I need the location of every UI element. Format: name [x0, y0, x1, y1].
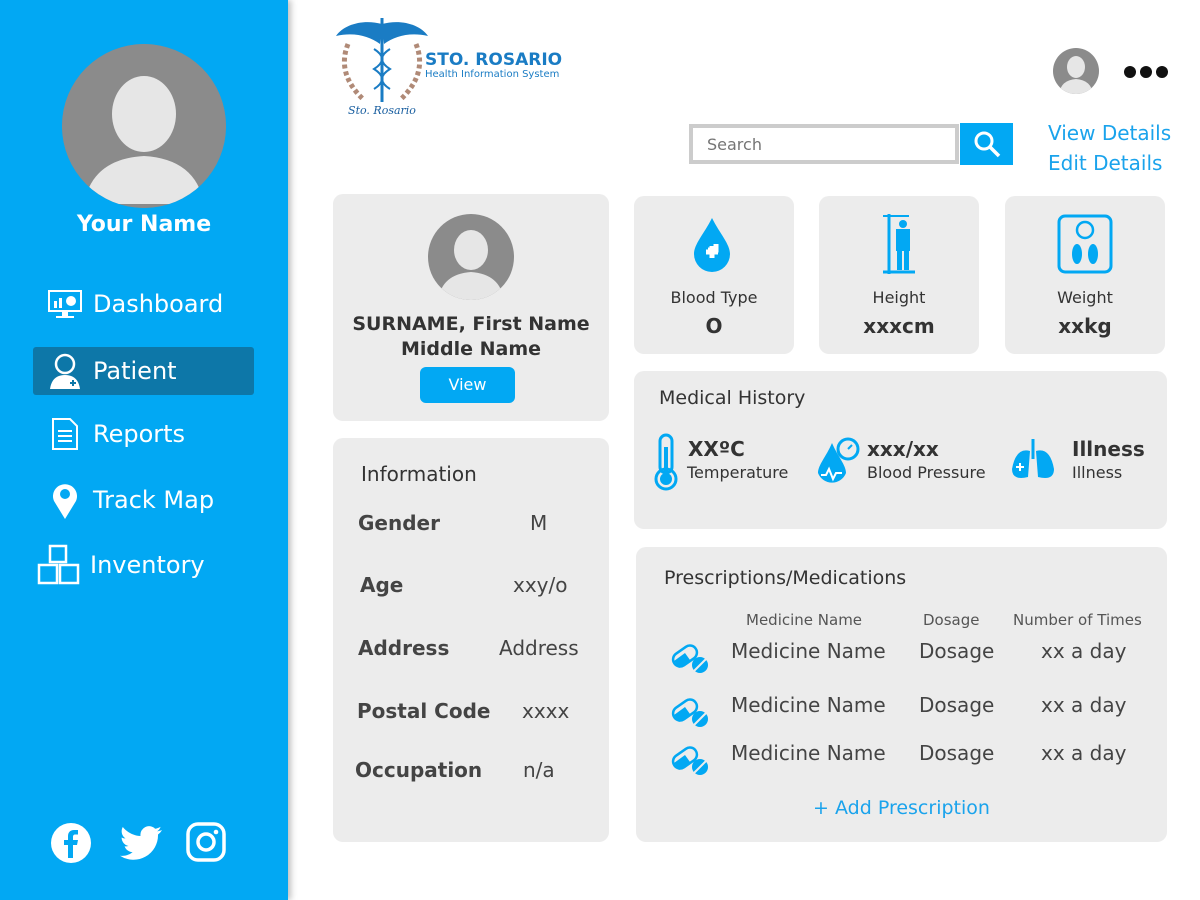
dashboard-icon: [45, 286, 85, 322]
height-icon: [883, 214, 915, 274]
medicine-times: xx a day: [1041, 693, 1127, 717]
search-button[interactable]: [960, 123, 1013, 165]
info-value-age: xxy/o: [513, 573, 568, 597]
logo-title: STO. ROSARIO: [425, 50, 563, 70]
header-avatar[interactable]: [1053, 48, 1099, 94]
map-pin-icon: [45, 482, 85, 519]
logo-emblem: Sto. Rosario: [334, 14, 430, 118]
medicine-dosage: Dosage: [919, 639, 995, 663]
blood-pressure-value: xxx/xx: [867, 437, 939, 461]
prescriptions-card: Prescriptions/Medications Medicine Name …: [636, 547, 1167, 842]
logo-subtitle: Health Information System: [425, 69, 560, 80]
more-options-icon[interactable]: [1124, 64, 1168, 83]
sidebar-item-label: Inventory: [90, 551, 205, 579]
info-value-address: Address: [499, 636, 579, 660]
sidebar-item-label: Reports: [93, 420, 186, 448]
document-icon: [45, 416, 85, 452]
user-avatar[interactable]: [62, 44, 226, 208]
search-icon: [974, 131, 1000, 158]
search-input[interactable]: [689, 124, 959, 164]
medicine-name: Medicine Name: [731, 693, 886, 717]
blood-type-card: Blood Type O: [634, 196, 794, 354]
information-title: Information: [361, 462, 477, 486]
height-label: Height: [872, 288, 926, 307]
medicine-name: Medicine Name: [731, 639, 886, 663]
blood-pressure-icon: [818, 437, 860, 483]
medicine-times: xx a day: [1041, 639, 1127, 663]
sidebar-item-label: Track Map: [93, 486, 215, 514]
sidebar-item-inventory[interactable]: Inventory: [30, 541, 251, 589]
add-prescription-link[interactable]: + Add Prescription: [636, 797, 1167, 819]
illness-label: Illness: [1072, 463, 1123, 482]
facebook-icon[interactable]: [50, 822, 92, 864]
weight-value: xxkg: [1058, 314, 1112, 338]
medicine-dosage: Dosage: [919, 693, 995, 717]
temperature-value: XXºC: [688, 437, 745, 461]
patient-card: SURNAME, First Name Middle Name View: [333, 194, 609, 421]
view-patient-button[interactable]: View: [420, 367, 515, 403]
blood-drop-icon: [694, 218, 730, 272]
column-header-times: Number of Times: [1013, 611, 1142, 629]
information-card: Information Gender M Age xxy/o Address A…: [333, 438, 609, 842]
pills-icon: [671, 644, 708, 673]
medicine-name: Medicine Name: [731, 741, 886, 765]
info-label-occupation: Occupation: [355, 758, 483, 782]
sidebar-item-patient[interactable]: Patient: [33, 347, 254, 395]
pills-icon: [671, 746, 708, 775]
svg-text:Sto. Rosario: Sto. Rosario: [348, 104, 416, 117]
sidebar-item-track-map[interactable]: Track Map: [33, 476, 254, 524]
blood-type-value: O: [705, 314, 723, 338]
illness-value: Illness: [1072, 437, 1145, 461]
patient-middle-name: Middle Name: [400, 338, 542, 360]
info-value-occupation: n/a: [523, 758, 555, 782]
sidebar-item-label: Patient: [93, 357, 177, 385]
patient-icon: [45, 353, 85, 389]
height-value: xxxcm: [863, 314, 935, 338]
pills-icon: [671, 698, 708, 727]
patient-avatar: [428, 214, 514, 300]
user-name: Your Name: [76, 212, 212, 237]
info-value-postal-code: xxxx: [522, 699, 570, 723]
boxes-icon: [34, 544, 84, 585]
prescriptions-title: Prescriptions/Medications: [664, 567, 907, 589]
info-value-gender: M: [530, 511, 548, 535]
edit-details-link[interactable]: Edit Details: [1048, 151, 1162, 175]
patient-name: SURNAME, First Name: [352, 313, 590, 335]
sidebar-item-reports[interactable]: Reports: [33, 410, 254, 458]
height-card: Height xxxcm: [819, 196, 979, 354]
medical-history-title: Medical History: [659, 387, 806, 409]
medicine-times: xx a day: [1041, 741, 1127, 765]
info-label-postal-code: Postal Code: [357, 699, 491, 723]
info-label-gender: Gender: [358, 511, 440, 535]
temperature-label: Temperature: [687, 463, 789, 482]
sidebar-item-label: Dashboard: [93, 290, 224, 318]
twitter-icon[interactable]: [118, 822, 164, 864]
blood-type-label: Blood Type: [670, 288, 758, 307]
info-label-address: Address: [358, 636, 450, 660]
weight-scale-icon: [1057, 214, 1113, 274]
thermometer-icon: [654, 433, 678, 491]
view-details-link[interactable]: View Details: [1048, 121, 1171, 145]
column-header-dosage: Dosage: [923, 611, 980, 629]
weight-card: Weight xxkg: [1005, 196, 1165, 354]
sidebar-item-dashboard[interactable]: Dashboard: [33, 280, 254, 328]
blood-pressure-label: Blood Pressure: [867, 463, 986, 482]
instagram-icon[interactable]: [186, 822, 228, 864]
column-header-medicine: Medicine Name: [746, 611, 863, 629]
medical-history-card: Medical History XXºC Temperature xxx/xx …: [634, 371, 1167, 529]
weight-label: Weight: [1057, 288, 1113, 307]
medicine-dosage: Dosage: [919, 741, 995, 765]
sidebar: Your Name Dashboard Patient Reports Trac…: [0, 0, 288, 900]
lungs-icon: [1012, 439, 1054, 478]
info-label-age: Age: [360, 573, 404, 597]
